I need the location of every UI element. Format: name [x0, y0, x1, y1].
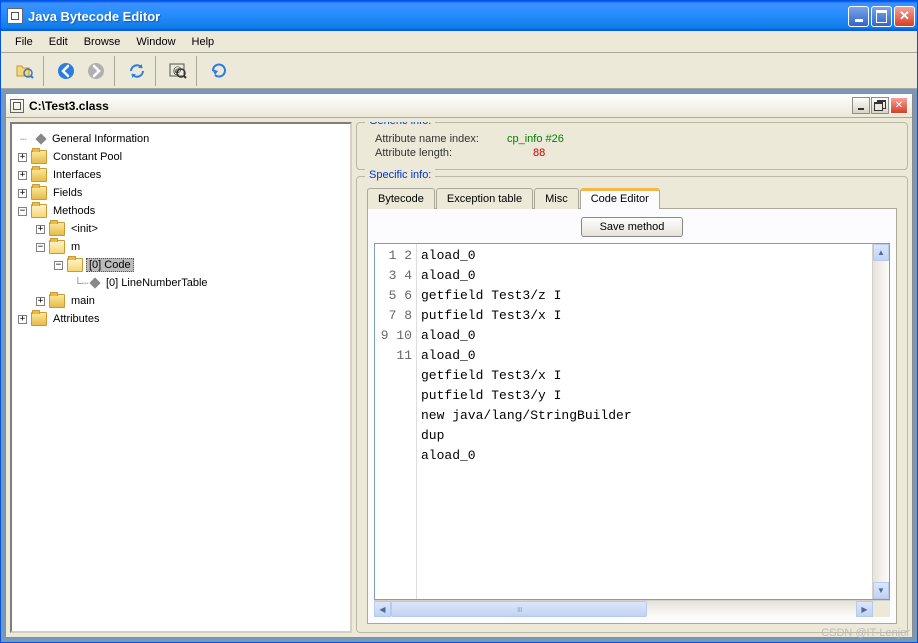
- attr-name-index-label: Attribute name index:: [367, 133, 507, 145]
- save-method-button[interactable]: Save method: [581, 217, 684, 237]
- window-title: Java Bytecode Editor: [28, 9, 848, 24]
- scroll-corner: [873, 601, 890, 617]
- folder-open-icon: [49, 240, 65, 254]
- tree-panel[interactable]: ┄ General Information + Constant Pool: [10, 122, 352, 633]
- menu-edit[interactable]: Edit: [41, 34, 76, 50]
- expand-icon[interactable]: +: [18, 171, 27, 180]
- main-window: Java Bytecode Editor ✕ File Edit Browse …: [0, 0, 918, 643]
- code-editor: 1 2 3 4 5 6 7 8 9 10 11 aload_0 aload_0 …: [374, 243, 890, 600]
- folder-icon: [31, 186, 47, 200]
- tree-general-info[interactable]: ┄ General Information: [18, 130, 344, 148]
- tab-bar: Bytecode Exception table Misc Code Edito…: [367, 187, 897, 208]
- generic-info-panel: Generic info: Attribute name index: cp_i…: [356, 122, 908, 170]
- folder-icon: [49, 294, 65, 308]
- minimize-button[interactable]: [848, 6, 869, 27]
- attr-length-label: Attribute length:: [367, 147, 507, 159]
- child-title: C:\Test3.class: [29, 99, 852, 113]
- inspect-button[interactable]: @: [164, 57, 192, 85]
- scroll-thumb[interactable]: [391, 601, 647, 617]
- generic-legend: Generic info:: [365, 122, 435, 127]
- collapse-icon[interactable]: −: [18, 207, 27, 216]
- child-titlebar[interactable]: C:\Test3.class ✕: [6, 94, 912, 118]
- close-button[interactable]: ✕: [894, 6, 915, 27]
- open-button[interactable]: [11, 57, 39, 85]
- expand-icon[interactable]: +: [18, 153, 27, 162]
- undo-button[interactable]: [205, 57, 233, 85]
- scroll-right-icon[interactable]: ▶: [856, 601, 873, 617]
- folder-icon: [31, 168, 47, 182]
- scroll-left-icon[interactable]: ◀: [374, 601, 391, 617]
- inspect-icon: @: [168, 61, 188, 81]
- undo-icon: [209, 61, 229, 81]
- app-icon: [7, 8, 23, 24]
- expand-icon[interactable]: +: [18, 189, 27, 198]
- diamond-icon: [89, 277, 100, 288]
- forward-icon: [86, 61, 106, 81]
- folder-icon: [31, 312, 47, 326]
- folder-icon: [31, 150, 47, 164]
- scroll-up-icon[interactable]: ▲: [873, 244, 889, 261]
- back-button[interactable]: [52, 57, 80, 85]
- menu-help[interactable]: Help: [184, 34, 223, 50]
- folder-icon: [49, 222, 65, 236]
- toolbar: @: [1, 53, 917, 89]
- tree-methods[interactable]: − Methods: [18, 202, 344, 220]
- child-close-button[interactable]: ✕: [890, 97, 908, 114]
- back-icon: [56, 61, 76, 81]
- tab-code-editor[interactable]: Code Editor: [580, 188, 660, 209]
- tree-interfaces[interactable]: + Interfaces: [18, 166, 344, 184]
- menu-window[interactable]: Window: [128, 34, 183, 50]
- horizontal-scrollbar[interactable]: ◀ ▶: [374, 600, 890, 617]
- collapse-icon[interactable]: −: [36, 243, 45, 252]
- tab-content: Save method 1 2 3 4 5 6 7 8 9 10 11 aloa…: [367, 208, 897, 624]
- refresh-button[interactable]: [123, 57, 151, 85]
- scroll-track[interactable]: [391, 601, 856, 617]
- expand-icon[interactable]: +: [18, 315, 27, 324]
- vertical-scrollbar[interactable]: ▲ ▼: [872, 244, 889, 599]
- right-panel: Generic info: Attribute name index: cp_i…: [356, 122, 908, 633]
- expand-icon[interactable]: +: [36, 297, 45, 306]
- maximize-button[interactable]: [871, 6, 892, 27]
- specific-legend: Specific info:: [365, 169, 435, 181]
- folder-open-icon: [31, 204, 47, 218]
- diamond-icon: [35, 133, 46, 144]
- menu-browse[interactable]: Browse: [76, 34, 129, 50]
- menu-file[interactable]: File: [7, 34, 41, 50]
- line-gutter: 1 2 3 4 5 6 7 8 9 10 11: [375, 244, 417, 599]
- tab-bytecode[interactable]: Bytecode: [367, 188, 435, 209]
- collapse-icon[interactable]: −: [54, 261, 63, 270]
- tab-exception[interactable]: Exception table: [436, 188, 533, 209]
- expand-icon[interactable]: +: [36, 225, 45, 234]
- watermark: CSDN @IT-Lenjor: [821, 627, 910, 639]
- attr-length-value: 88: [507, 147, 545, 159]
- tree-main[interactable]: + main: [36, 292, 344, 310]
- scroll-down-icon[interactable]: ▼: [873, 582, 889, 599]
- tree-attributes[interactable]: + Attributes: [18, 310, 344, 328]
- tree-constant-pool[interactable]: + Constant Pool: [18, 148, 344, 166]
- refresh-icon: [127, 61, 147, 81]
- child-window: C:\Test3.class ✕ ┄ General Informatio: [5, 93, 913, 638]
- child-minimize-button[interactable]: [852, 97, 870, 114]
- child-restore-button[interactable]: [871, 97, 889, 114]
- tree-m[interactable]: − m: [36, 238, 344, 256]
- specific-info-panel: Specific info: Bytecode Exception table …: [356, 176, 908, 633]
- folder-search-icon: [15, 61, 35, 81]
- tree-init[interactable]: + <init>: [36, 220, 344, 238]
- tree-fields[interactable]: + Fields: [18, 184, 344, 202]
- menu-bar: File Edit Browse Window Help: [1, 31, 917, 53]
- document-icon: [10, 99, 24, 113]
- attr-name-index-value: cp_info #26: [507, 133, 564, 145]
- content-area: ┄ General Information + Constant Pool: [6, 118, 912, 637]
- code-text[interactable]: aload_0 aload_0 getfield Test3/z I putfi…: [417, 244, 872, 599]
- tab-misc[interactable]: Misc: [534, 188, 579, 209]
- tree-line-number-table[interactable]: └┄ [0] LineNumberTable: [72, 274, 344, 292]
- mdi-area: C:\Test3.class ✕ ┄ General Informatio: [1, 89, 917, 642]
- tree-code[interactable]: − [0] Code: [54, 256, 344, 274]
- folder-open-icon: [67, 258, 83, 272]
- titlebar[interactable]: Java Bytecode Editor ✕: [1, 1, 917, 31]
- scroll-track[interactable]: [873, 261, 889, 582]
- forward-button[interactable]: [82, 57, 110, 85]
